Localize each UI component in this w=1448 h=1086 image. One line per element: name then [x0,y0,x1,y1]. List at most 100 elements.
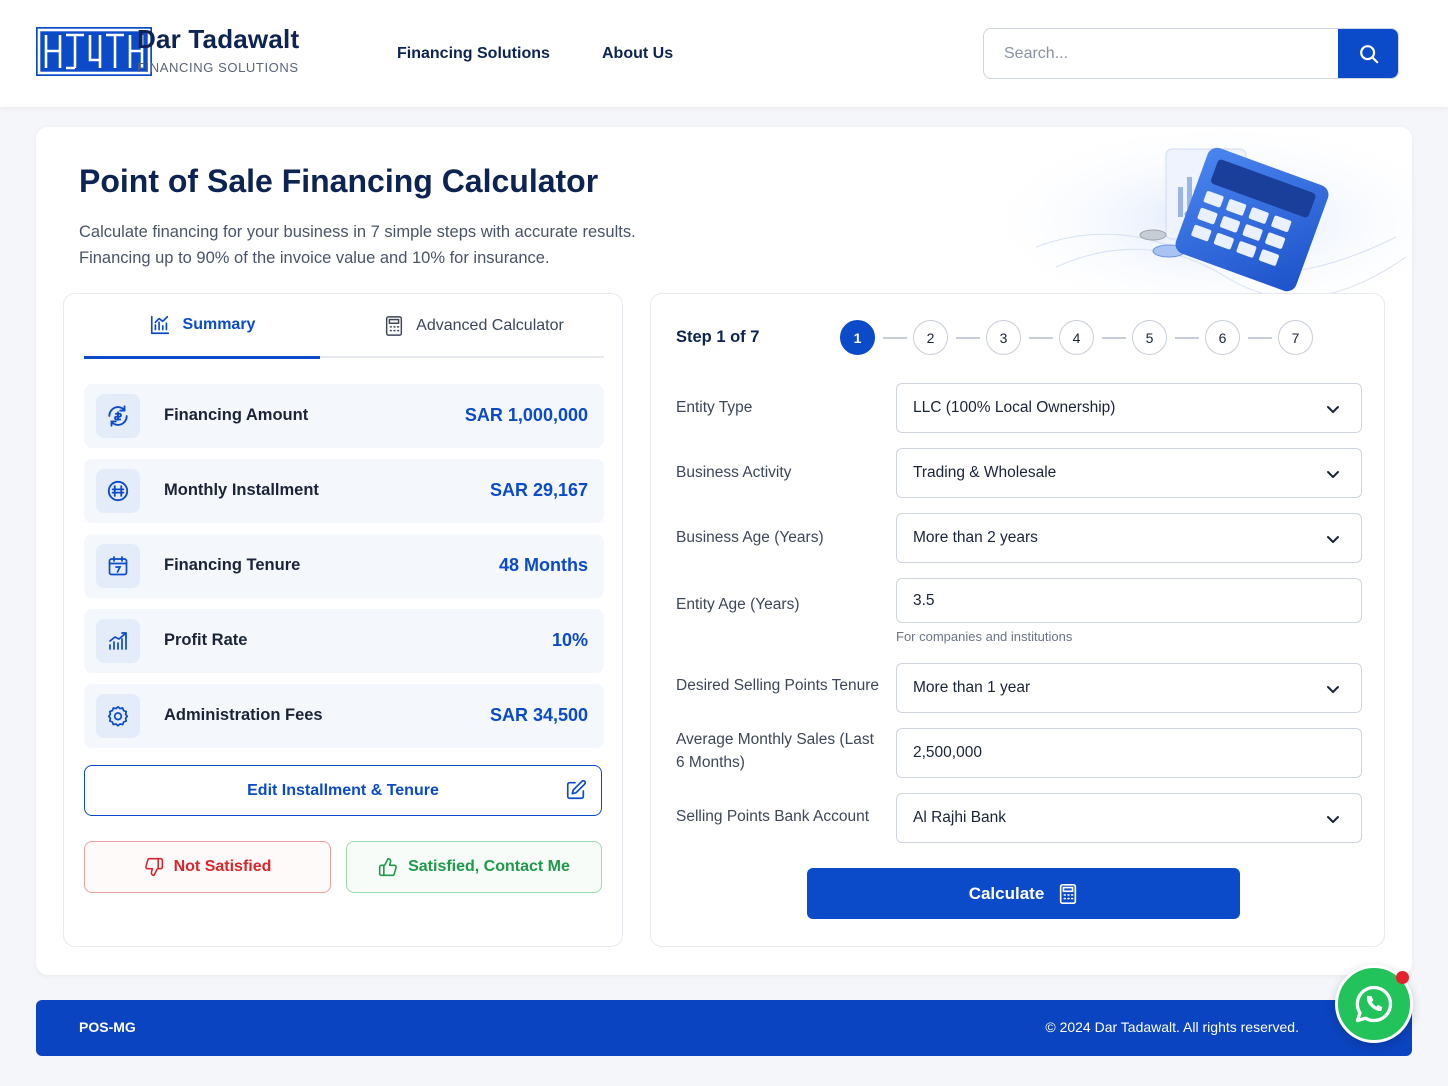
business-activity-value: Trading & Wholesale [913,464,1057,481]
tab-advanced-calculator[interactable]: Advanced Calculator [344,294,604,358]
step-5[interactable]: 5 [1132,320,1167,355]
chevron-down-icon [1327,471,1339,478]
tab-summary[interactable]: Summary [84,294,320,359]
search-button[interactable] [1338,29,1398,78]
description-line-2: Financing up to 90% of the invoice value… [79,249,550,267]
step-connector [1029,337,1053,339]
step-4[interactable]: 4 [1059,320,1094,355]
edit-button-label: Edit Installment & Tenure [247,781,439,799]
summary-label: Monthly Installment [164,481,319,499]
tab-summary-label: Summary [182,316,256,333]
summary-value: SAR 29,167 [489,480,588,500]
step-6[interactable]: 6 [1205,320,1240,355]
calculator-icon [386,316,403,336]
step-connector [1248,337,1272,339]
business-age-select[interactable]: More than 2 years [896,513,1362,563]
business-activity-label: Business Activity [676,464,792,481]
entity-age-hint: For companies and institutions [896,629,1073,644]
satisfied-label: Satisfied, Contact Me [408,858,570,875]
summary-label: Financing Tenure [164,556,301,574]
footer-copyright: © 2024 Dar Tadawalt. All rights reserved… [1045,1019,1299,1035]
search-icon [1359,44,1378,63]
step-7[interactable]: 7 [1278,320,1313,355]
summary-value: SAR 1,000,000 [464,405,588,425]
monthly-sales-input[interactable]: 2,500,000 [896,728,1362,778]
entity-age-value: 3.5 [913,592,935,609]
growth-chart-icon [96,619,140,663]
edit-icon [566,779,587,800]
search-input[interactable] [984,29,1340,78]
entity-age-label: Entity Age (Years) [676,596,800,613]
step-connector [1175,337,1199,339]
selling-points-tenure-select[interactable]: More than 1 year [896,663,1362,713]
nav-about-us[interactable]: About Us [602,45,673,63]
notification-dot [1396,971,1409,984]
bank-account-value: Al Rajhi Bank [913,809,1007,826]
step-indicator-label: Step 1 of 7 [676,328,760,346]
gear-icon [96,694,140,738]
calculate-button[interactable]: Calculate [807,868,1240,919]
chevron-down-icon [1327,536,1339,543]
search-box [983,28,1399,79]
logo-mark-icon[interactable] [36,27,152,76]
satisfied-contact-button[interactable]: Satisfied, Contact Me [346,841,602,893]
thumbs-down-icon [144,857,163,877]
summary-panel: Summary Advanced Calculator Financing Am… [63,293,623,947]
money-cycle-icon [96,394,140,438]
selling-points-tenure-label: Desired Selling Points Tenure [676,677,880,694]
summary-value: 10% [551,630,588,650]
step-connector [1102,337,1126,339]
business-age-value: More than 2 years [913,529,1038,546]
calculator-card: Point of Sale Financing Calculator Calcu… [36,127,1412,975]
panel-tabs: Summary Advanced Calculator [84,294,604,359]
summary-row-financing-tenure: Financing Tenure 48 Months [84,534,604,598]
summary-label: Financing Amount [164,406,309,424]
monthly-sales-label: Average Monthly Sales (Last 6 Months) [676,731,874,771]
summary-row-profit-rate: Profit Rate 10% [84,609,604,673]
summary-value: SAR 34,500 [489,705,588,725]
coin-icon [96,469,140,513]
description-line-1: Calculate financing for your business in… [79,223,636,241]
nav-financing-solutions[interactable]: Financing Solutions [397,45,550,63]
selling-points-tenure-value: More than 1 year [913,679,1031,696]
bank-account-select[interactable]: Al Rajhi Bank [896,793,1362,843]
monthly-sales-value: 2,500,000 [913,744,982,761]
whatsapp-icon [1355,985,1393,1023]
step-connector [956,337,980,339]
thumbs-up-icon [378,857,397,877]
summary-label: Administration Fees [164,706,323,724]
not-satisfied-label: Not Satisfied [173,858,272,875]
entity-age-input[interactable]: 3.5 [896,578,1362,623]
site-footer: POS-MG © 2024 Dar Tadawalt. All rights r… [36,1000,1412,1056]
business-activity-select[interactable]: Trading & Wholesale [896,448,1362,498]
business-age-label: Business Age (Years) [676,529,824,546]
calculator-illustration [996,127,1412,297]
summary-label: Profit Rate [164,631,248,649]
not-satisfied-button[interactable]: Not Satisfied [84,841,331,893]
calculate-label: Calculate [968,883,1045,903]
step-2[interactable]: 2 [913,320,948,355]
chevron-down-icon [1327,816,1339,823]
bank-account-label: Selling Points Bank Account [676,808,870,825]
brand-tagline: FINANCING SOLUTIONS [137,60,299,75]
step-1[interactable]: 1 [840,320,875,355]
calendar-icon [96,544,140,588]
calculator-icon [1060,883,1077,904]
chevron-down-icon [1327,686,1339,693]
chevron-down-icon [1327,406,1339,413]
site-header: Dar Tadawalt FINANCING SOLUTIONS Financi… [0,0,1448,107]
entity-type-select[interactable]: LLC (100% Local Ownership) [896,383,1362,433]
entity-type-label: Entity Type [676,399,753,416]
summary-row-administration-fees: Administration Fees SAR 34,500 [84,684,604,748]
tab-advanced-label: Advanced Calculator [416,317,564,334]
page-description: Calculate financing for your business in… [79,219,719,271]
step-connector [883,337,907,339]
edit-installment-tenure-button[interactable]: Edit Installment & Tenure [84,765,602,816]
calculator-form-panel: Step 1 of 7 1 2 3 4 5 6 7 Entity Type LL… [650,293,1385,947]
summary-value: 48 Months [498,555,588,575]
footer-code: POS-MG [79,1019,136,1035]
chart-icon [150,315,169,335]
brand-name: Dar Tadawalt [137,24,300,54]
step-3[interactable]: 3 [986,320,1021,355]
page-title: Point of Sale Financing Calculator [79,163,599,199]
